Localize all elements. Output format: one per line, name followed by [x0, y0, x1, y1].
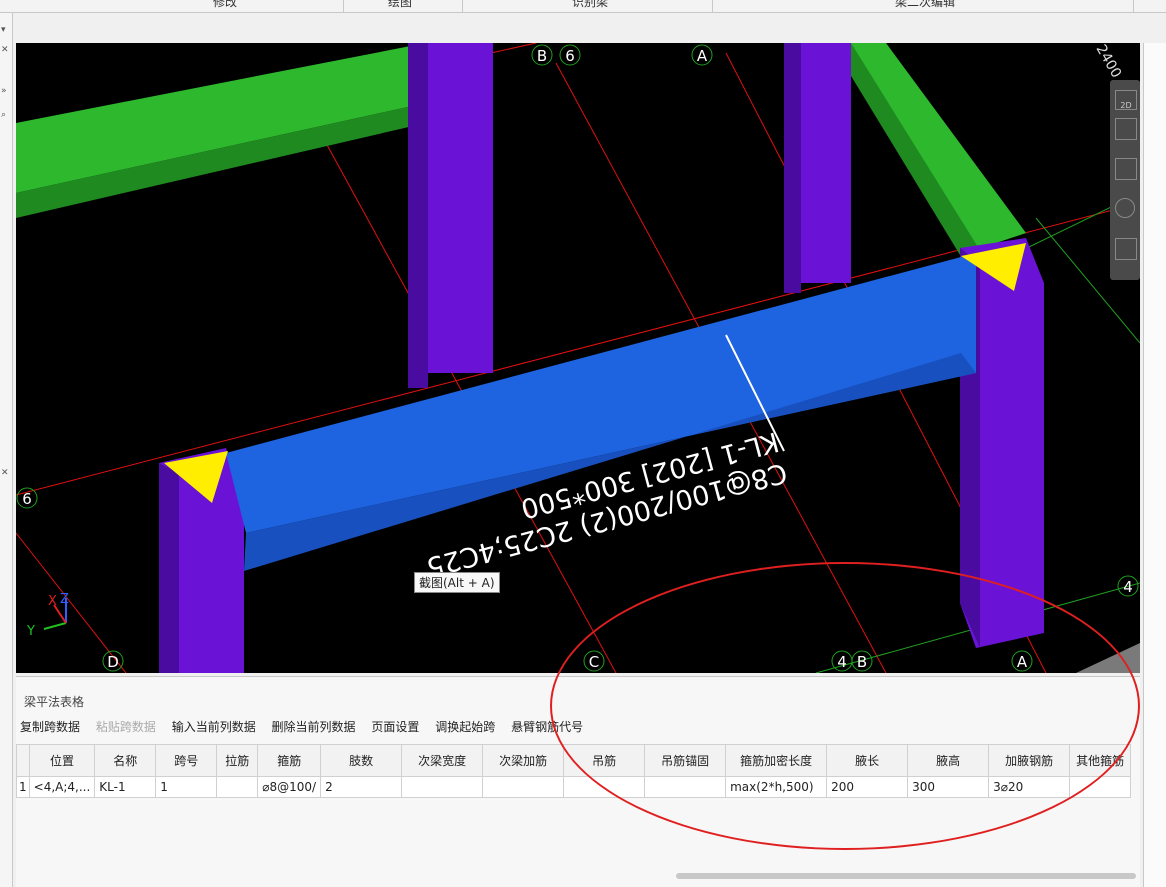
col-header[interactable]: 箍筋加密长度: [725, 744, 828, 777]
cell-haunch-rebar[interactable]: 3⌀20: [988, 776, 1071, 798]
horizontal-scrollbar[interactable]: [676, 873, 1136, 879]
svg-text:4: 4: [1123, 578, 1133, 596]
column-back-left: [428, 43, 493, 373]
column-back-right: [801, 43, 851, 283]
cell-haunch-length[interactable]: 200: [826, 776, 909, 798]
cell-span[interactable]: 1: [155, 776, 218, 798]
3d-box-icon[interactable]: [1115, 118, 1137, 140]
view-toolbar: 2D: [1110, 80, 1140, 280]
panel-title: 梁平法表格: [24, 695, 85, 709]
col-header[interactable]: 其他箍筋: [1069, 744, 1132, 777]
table-header-row: 位置 名称 跨号 拉筋 箍筋 肢数 次梁宽度 次梁加筋 吊筋 吊筋锚固 箍筋加密…: [16, 744, 1132, 777]
ribbon-group-identify-beam[interactable]: 识别梁: [550, 0, 630, 10]
3d-viewport[interactable]: B 6 A 5 4 D C 4 B A 6 C8@100/200(2) 2C25…: [16, 43, 1140, 673]
search-icon[interactable]: ⌕: [1, 110, 6, 120]
svg-text:Y: Y: [26, 624, 35, 639]
col-header[interactable]: 腋长: [826, 744, 909, 777]
col-header[interactable]: 次梁宽度: [401, 744, 484, 777]
cube-view-icon[interactable]: [1115, 158, 1137, 180]
ribbon-group-draw[interactable]: 绘图: [365, 0, 435, 10]
col-header[interactable]: 吊筋: [563, 744, 646, 777]
cell-sec-beam-width[interactable]: [401, 776, 484, 798]
left-panel-strip: ▾ ✕ » ⌕ ✕: [0, 13, 13, 887]
cell-sec-beam-rebar[interactable]: [482, 776, 565, 798]
table-toolbar: 复制跨数据 粘贴跨数据 输入当前列数据 删除当前列数据 页面设置 调换起始跨 悬…: [20, 718, 595, 736]
svg-text:4: 4: [837, 653, 847, 671]
svg-text:6: 6: [565, 47, 575, 65]
col-header[interactable]: 拉筋: [216, 744, 259, 777]
table-row: 1 <4,A;4,... KL-1 1 ⌀8@100/ 2 max(2*h,50…: [16, 776, 1132, 798]
page-setup-button[interactable]: 页面设置: [371, 718, 419, 735]
svg-text:2400: 2400: [1093, 43, 1125, 81]
2d-view-icon[interactable]: 2D: [1115, 90, 1137, 110]
col-header[interactable]: 箍筋: [257, 744, 322, 777]
row-index: 1: [16, 776, 30, 798]
dropdown-arrow-icon[interactable]: ▾: [1, 25, 6, 35]
svg-text:6: 6: [22, 490, 32, 508]
ribbon-group-modify[interactable]: 修改: [190, 0, 260, 10]
cell-dense-length[interactable]: max(2*h,500): [725, 776, 828, 798]
rotate-icon[interactable]: [1115, 198, 1135, 218]
3d-scene[interactable]: B 6 A 5 4 D C 4 B A 6 C8@100/200(2) 2C25…: [16, 43, 1140, 673]
cell-haunch-height[interactable]: 300: [907, 776, 990, 798]
beam-table-panel: 梁平法表格 复制跨数据 粘贴跨数据 输入当前列数据 删除当前列数据 页面设置 调…: [16, 676, 1140, 887]
svg-text:Z: Z: [60, 592, 69, 607]
col-header[interactable]: 次梁加筋: [482, 744, 565, 777]
cell-tie-bar[interactable]: [216, 776, 259, 798]
svg-text:B: B: [857, 653, 867, 671]
cell-position[interactable]: <4,A;4,...: [28, 776, 96, 798]
svg-text:B: B: [537, 47, 547, 65]
right-panel-strip: [1143, 43, 1166, 887]
col-header[interactable]: 跨号: [155, 744, 218, 777]
ribbon-group-beam-edit[interactable]: 梁二次编辑: [870, 0, 980, 10]
col-header[interactable]: 吊筋锚固: [644, 744, 727, 777]
screenshot-tooltip: 截图(Alt + A): [414, 572, 500, 593]
svg-text:A: A: [697, 47, 708, 65]
col-header[interactable]: 位置: [28, 744, 96, 777]
col-header[interactable]: 加腋钢筋: [988, 744, 1071, 777]
cell-hanger[interactable]: [563, 776, 646, 798]
cell-name[interactable]: KL-1: [94, 776, 157, 798]
svg-text:A: A: [1017, 653, 1028, 671]
svg-text:C: C: [589, 653, 599, 671]
copy-span-data-button[interactable]: 复制跨数据: [20, 718, 80, 735]
cell-legs[interactable]: 2: [320, 776, 403, 798]
svg-text:X: X: [48, 594, 57, 609]
close-icon[interactable]: ✕: [1, 45, 9, 55]
col-header[interactable]: 肢数: [320, 744, 403, 777]
paste-span-data-button[interactable]: 粘贴跨数据: [96, 718, 156, 735]
delete-column-data-button[interactable]: 删除当前列数据: [272, 718, 356, 735]
cell-other-stirrup[interactable]: [1069, 776, 1132, 798]
expand-icon[interactable]: »: [1, 86, 7, 96]
floor-slab: [1076, 643, 1140, 673]
dimension-text: 2400: [1093, 43, 1125, 81]
beam-grid-table: 位置 名称 跨号 拉筋 箍筋 肢数 次梁宽度 次梁加筋 吊筋 吊筋锚固 箍筋加密…: [16, 744, 1132, 798]
svg-text:D: D: [107, 653, 119, 671]
layout-grid-icon[interactable]: [1115, 238, 1137, 260]
cell-stirrup[interactable]: ⌀8@100/: [257, 776, 322, 798]
col-header[interactable]: 名称: [94, 744, 157, 777]
cantilever-rebar-code-button[interactable]: 悬臂钢筋代号: [511, 718, 583, 735]
swap-start-span-button[interactable]: 调换起始跨: [435, 718, 495, 735]
input-column-data-button[interactable]: 输入当前列数据: [172, 718, 256, 735]
col-header[interactable]: 腋高: [907, 744, 990, 777]
cell-hanger-anchor[interactable]: [644, 776, 727, 798]
ribbon-strip: 修改 绘图 识别梁 梁二次编辑: [0, 0, 1166, 13]
axis-gizmo: X Z Y: [26, 592, 69, 639]
close-icon-lower[interactable]: ✕: [1, 468, 9, 478]
